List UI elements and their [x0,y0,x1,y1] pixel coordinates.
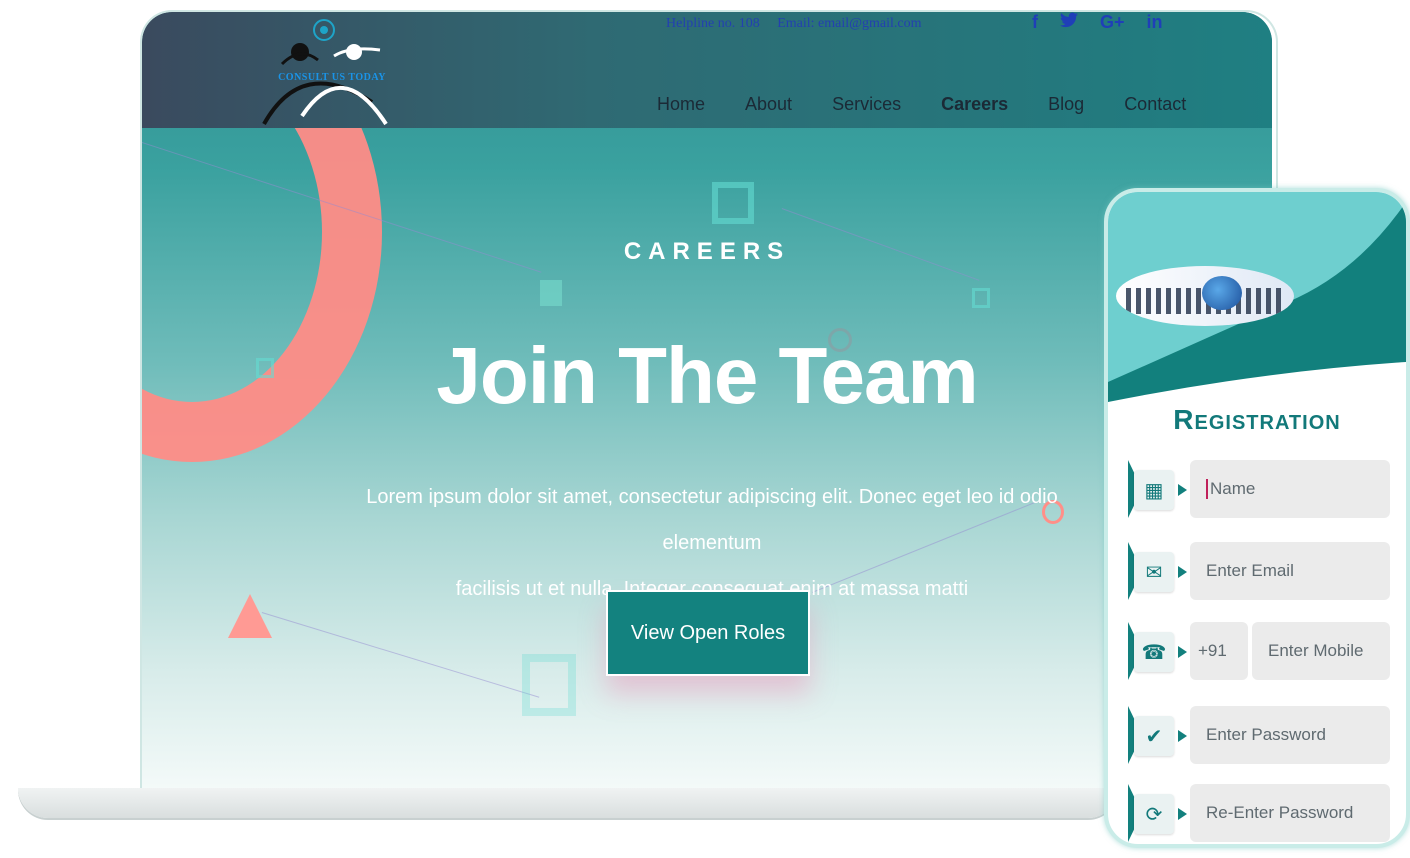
decorative-square [540,280,562,306]
site-header: CONSULT US TODAY Helpline no. 108 Email:… [142,12,1272,128]
facebook-icon[interactable]: f [1032,12,1038,33]
decorative-triangle [228,594,272,638]
laptop-screen: CONSULT US TODAY Helpline no. 108 Email:… [142,12,1272,790]
mail-icon: ✉ [1134,552,1174,592]
decorative-square [712,182,754,224]
decorative-line [261,612,540,698]
social-links: f G+ in [1032,12,1163,33]
decorative-square [522,654,576,716]
logo-text: CONSULT US TODAY [278,72,386,83]
logo[interactable]: CONSULT US TODAY [262,16,402,128]
form-row-password: ✔ Enter Password [1128,702,1390,764]
form-row-name: ▦ Name [1128,456,1390,518]
nav-contact[interactable]: Contact [1124,94,1186,115]
mobile-input[interactable]: Enter Mobile [1252,622,1390,680]
password-input[interactable]: Enter Password [1190,706,1390,764]
field-icon: ▦ [1128,460,1187,518]
main-nav: Home About Services Careers Blog Contact [657,94,1186,115]
building-icon: ▦ [1134,470,1174,510]
repassword-input[interactable]: Re-Enter Password [1190,784,1390,842]
form-row-email: ✉ Enter Email [1128,538,1390,600]
field-icon: ☎ [1128,622,1187,680]
helpline-text: Helpline no. 108 [666,16,760,31]
name-input[interactable]: Name [1190,460,1390,518]
nav-about[interactable]: About [745,94,792,115]
country-code-input[interactable]: +91 [1190,622,1248,680]
phone-icon: ☎ [1134,632,1174,672]
email-input[interactable]: Enter Email [1190,542,1390,600]
hero-title: Join The Team [436,331,978,420]
email-text[interactable]: Email: email@gmail.com [777,16,921,31]
nav-careers[interactable]: Careers [941,94,1008,115]
phone-mockup: Registration ▦ Name ✉ Enter Email ☎ +91 … [1104,188,1410,848]
field-icon: ✔ [1128,706,1187,764]
password-confirm-icon: ⟳ [1134,794,1174,834]
hero-eyebrow: CAREERS [623,238,791,265]
form-row-mobile: ☎ +91 Enter Mobile [1128,618,1390,680]
view-open-roles-button[interactable]: View Open Roles [606,590,810,676]
registration-title: Registration [1173,404,1341,435]
nav-home[interactable]: Home [657,94,705,115]
field-icon: ⟳ [1128,784,1187,842]
laptop-base [18,788,1118,818]
password-icon: ✔ [1134,716,1174,756]
linkedin-icon[interactable]: in [1147,12,1163,33]
nav-services[interactable]: Services [832,94,901,115]
twitter-icon[interactable] [1060,12,1078,33]
contact-info: Helpline no. 108 Email: email@gmail.com [666,16,936,32]
form-row-repassword: ⟳ Re-Enter Password [1128,780,1390,842]
nav-blog[interactable]: Blog [1048,94,1084,115]
globe-icon [1202,276,1242,310]
field-icon: ✉ [1128,542,1187,600]
team-banner-image [1116,266,1294,326]
hero-description-line: Lorem ipsum dolor sit amet, consectetur … [366,486,1058,554]
google-plus-icon[interactable]: G+ [1100,12,1125,33]
decorative-square [972,288,990,308]
